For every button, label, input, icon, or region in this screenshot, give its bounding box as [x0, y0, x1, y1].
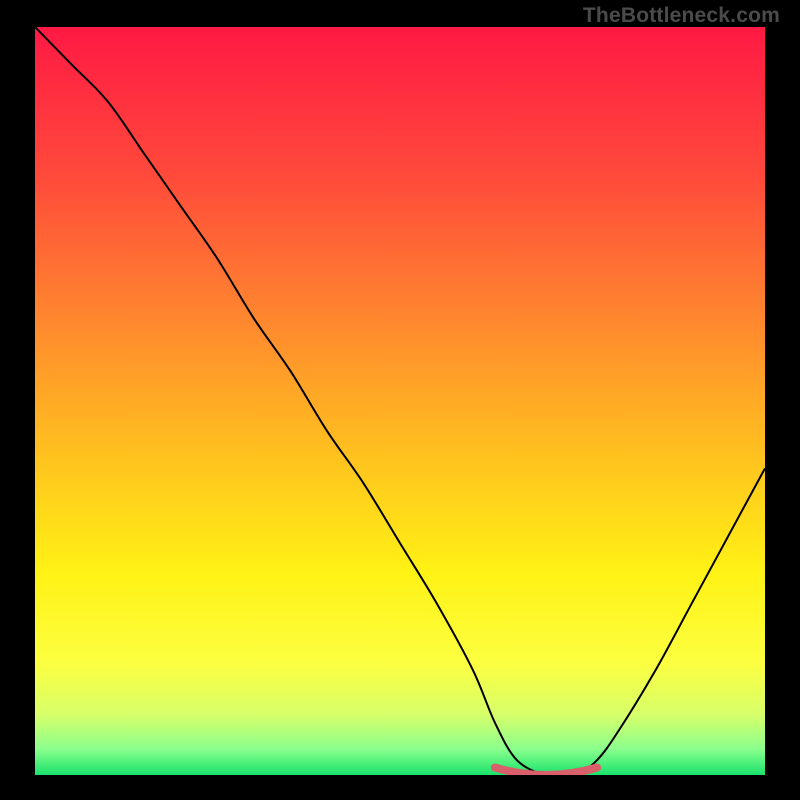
chart-background: [35, 27, 765, 775]
chart-plot-area: [35, 27, 765, 775]
watermark-text: TheBottleneck.com: [583, 4, 780, 28]
chart-frame: TheBottleneck.com: [0, 0, 800, 800]
chart-svg: [35, 27, 765, 775]
